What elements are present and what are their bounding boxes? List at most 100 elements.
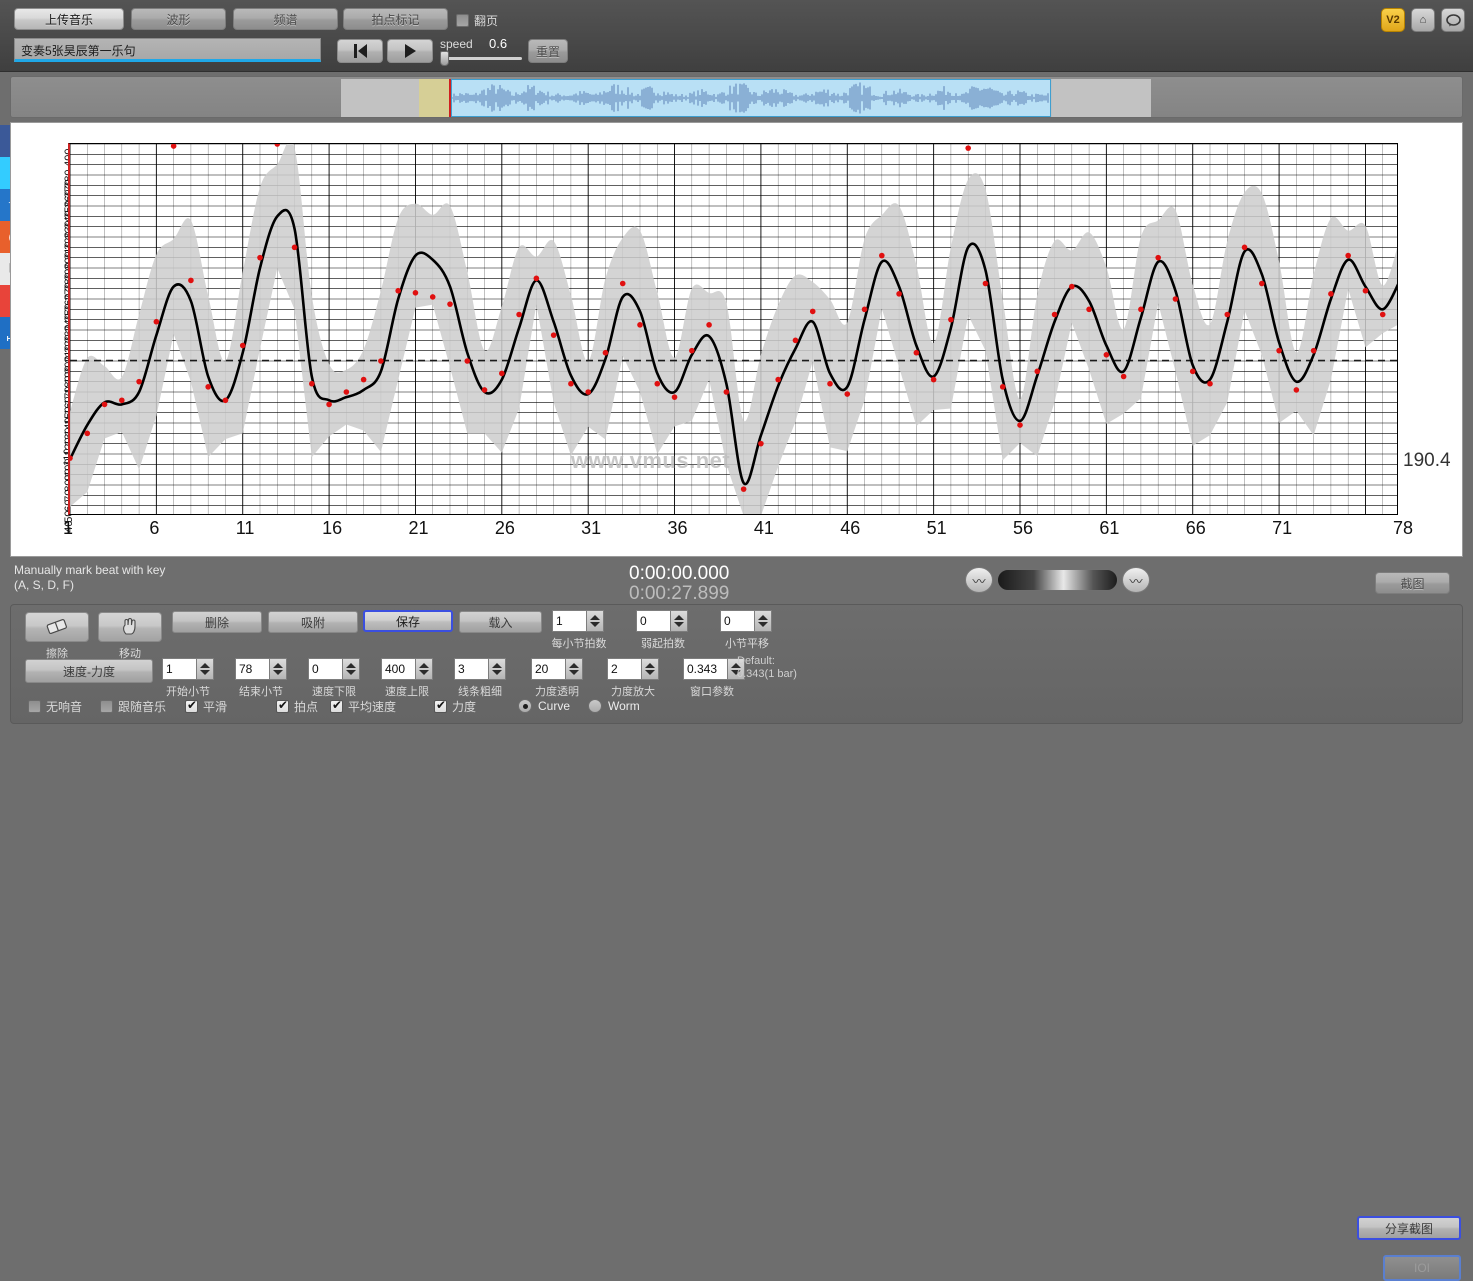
pickup-beats-input[interactable]: 0 [636,610,670,632]
start-bar-arrows[interactable] [196,658,214,680]
waveform-selection-region[interactable] [419,79,449,117]
follow-music-checkbox-box[interactable] [100,700,113,713]
curve-radio-label: Curve [538,699,571,713]
speed-slider[interactable] [440,51,522,66]
force-scale-spinner[interactable]: 2 [607,658,659,680]
force-scale-arrows[interactable] [641,658,659,680]
pickup-beats-arrows[interactable] [670,610,688,632]
avg-tempo-checkbox-box[interactable] [330,698,343,713]
skip-to-start-button[interactable] [337,39,383,63]
bar-shift-arrows[interactable] [754,610,772,632]
tempo-min-arrows[interactable] [342,658,360,680]
worm-radio-label: Worm [608,699,640,713]
force-checkbox[interactable]: 力度 [434,698,476,715]
start-bar-input[interactable]: 1 [162,658,196,680]
beats-per-bar-spinner[interactable]: 1 [552,610,604,632]
end-bar-label: 结束小节 [239,686,283,698]
beats-per-bar-input[interactable]: 1 [552,610,586,632]
volume-high-icon[interactable]: 〰 [1122,567,1150,593]
beats-per-bar-arrows[interactable] [586,610,604,632]
chart-x-tick: 78 [1393,518,1414,538]
follow-music-checkbox[interactable]: 跟随音乐 [100,698,166,715]
bar-shift-input[interactable]: 0 [720,610,754,632]
chart-svg [70,144,1397,514]
line-width-spinner[interactable]: 3 [454,658,506,680]
beat-mark-button[interactable]: 拍点标记 [343,8,448,30]
chart-x-tick: 46 [840,518,861,538]
end-bar-arrows[interactable] [269,658,287,680]
erase-tool-button[interactable] [25,612,89,642]
v2-badge-icon[interactable]: V2 [1381,8,1405,32]
load-button[interactable]: 载入 [459,611,542,633]
chat-icon[interactable] [1441,8,1465,32]
force-opacity-input[interactable]: 20 [531,658,565,680]
no-echo-checkbox-box[interactable] [28,700,41,713]
ioi-button[interactable]: IOI [1383,1255,1461,1281]
reset-button[interactable]: 重置 [528,39,568,63]
move-tool-button[interactable] [98,612,162,642]
pickup-beats-spinner[interactable]: 0 [636,610,688,632]
line-width-arrows[interactable] [488,658,506,680]
window-param-spinner[interactable]: 0.343 [683,658,745,680]
beat-checkbox[interactable]: 拍点 [276,698,318,715]
no-echo-checkbox[interactable]: 无响音 [28,698,82,715]
force-scale-input[interactable]: 2 [607,658,641,680]
page-flip-checkbox-box[interactable] [456,14,469,27]
speed-slider-knob[interactable] [440,51,449,66]
force-checkbox-box[interactable] [434,698,447,713]
volume-control[interactable]: 〰 〰 [965,566,1150,594]
worm-radio-dot[interactable] [588,699,602,713]
force-opacity-arrows[interactable] [565,658,583,680]
speed-label: speed [440,37,473,51]
hand-move-icon [123,618,136,635]
waveform-overview-box[interactable] [341,79,1151,117]
volume-low-icon[interactable]: 〰 [965,567,993,593]
upload-music-button[interactable]: 上传音乐 [14,8,124,30]
track-name-input[interactable]: 变奏5张昊辰第一乐句 [14,38,321,62]
play-button[interactable] [387,39,433,63]
home-icon[interactable]: ⌂ [1411,8,1435,32]
volume-slider[interactable] [997,569,1118,591]
bar-shift-spinner[interactable]: 0 [720,610,772,632]
curve-radio[interactable]: Curve [518,699,570,713]
snap-button[interactable]: 吸附 [268,611,358,633]
waveform-left-pad [341,79,419,117]
chart-x-axis-labels: 1 6 11 16 21 26 31 36 41 46 51 56 61 66 71 78 [63,518,1413,544]
beat-checkbox-box[interactable] [276,698,289,713]
waveform-overview-strip[interactable] [10,76,1463,118]
save-button[interactable]: 保存 [363,610,453,632]
tempo-max-spinner[interactable]: 400 [381,658,433,680]
total-time: 0:00:27.899 [629,583,730,604]
tempo-min-input[interactable]: 0 [308,658,342,680]
tempo-chart-panel[interactable]: 4003803703603503403303203103002902802702… [10,122,1463,557]
chart-x-tick: 66 [1185,518,1206,538]
current-time: 0:00:00.000 [629,563,730,584]
spectrum-button[interactable]: 频谱 [233,8,338,30]
smooth-checkbox-box[interactable] [185,698,198,713]
beat-hint-line2: (A, S, D, F) [14,578,74,592]
window-param-input[interactable]: 0.343 [683,658,727,680]
start-bar-spinner[interactable]: 1 [162,658,214,680]
chart-plot-area[interactable] [68,143,1398,515]
tempo-min-spinner[interactable]: 0 [308,658,360,680]
tempo-max-arrows[interactable] [415,658,433,680]
force-opacity-spinner[interactable]: 20 [531,658,583,680]
smooth-checkbox[interactable]: 平滑 [185,698,227,715]
worm-radio[interactable]: Worm [588,699,640,713]
tempo-force-button[interactable]: 速度-力度 [25,659,153,683]
tempo-max-input[interactable]: 400 [381,658,415,680]
line-width-input[interactable]: 3 [454,658,488,680]
waveform-graphic [452,82,1049,114]
curve-radio-dot[interactable] [518,699,532,713]
line-width-label: 线条粗细 [458,686,502,698]
end-bar-spinner[interactable]: 78 [235,658,287,680]
share-screenshot-button[interactable]: 分享截图 [1357,1216,1461,1240]
start-bar-label: 开始小节 [166,686,210,698]
capture-screenshot-button[interactable]: 截图 [1375,572,1450,594]
end-bar-input[interactable]: 78 [235,658,269,680]
page-flip-checkbox[interactable]: 翻页 [456,12,498,29]
delete-button[interactable]: 删除 [172,611,262,633]
waveform-audio-region[interactable] [451,79,1051,117]
avg-tempo-checkbox[interactable]: 平均速度 [330,698,396,715]
waveform-button[interactable]: 波形 [131,8,226,30]
